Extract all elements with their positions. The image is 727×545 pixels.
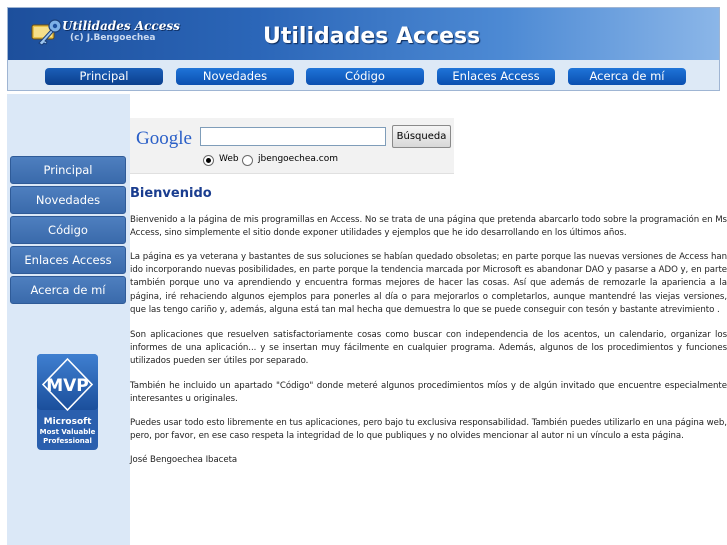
top-nav-acerca-de-mi[interactable]: Acerca de mí [568,68,686,85]
sidebar-item-principal[interactable]: Principal [10,156,126,184]
signature: José Bengoechea Ibaceta [130,455,238,465]
mvp-abbr: MVP [46,376,89,396]
radio-site[interactable] [242,155,253,166]
mvp-line-3: Professional [43,437,92,445]
site-header: Utilidades Access (c) J.Bengoechea Utili… [7,7,720,91]
sidebar-item-codigo[interactable]: Código [10,216,126,244]
sidebar-item-enlaces-access[interactable]: Enlaces Access [10,246,126,274]
sidebar-item-novedades[interactable]: Novedades [10,186,126,214]
sidebar-item-acerca-de-mi[interactable]: Acerca de mí [10,276,126,304]
paragraph-history: La página es ya veterana y bastantes de … [130,252,727,315]
top-nav-codigo[interactable]: Código [306,68,424,85]
radio-web[interactable] [203,155,214,166]
mvp-line-2: Most Valuable [40,428,96,436]
radio-site-label: jbengoechea.com [258,154,338,164]
paragraph-license: Puedes usar todo esto libremente en tus … [130,418,727,442]
main-content: Google Búsqueda Web jbengoechea.com Bien… [130,94,727,545]
google-logo: Google [136,128,192,149]
paragraph-applications: Son aplicaciones que resuelven satisfact… [130,330,727,367]
mvp-badge[interactable]: MVP Microsoft Most Valuable Professional [37,354,98,450]
top-navigation: Principal Novedades Código Enlaces Acces… [8,60,719,90]
page-title: Bienvenido [130,186,212,201]
radio-web-label: Web [219,154,239,164]
top-nav-novedades[interactable]: Novedades [176,68,294,85]
site-logo[interactable]: Utilidades Access (c) J.Bengoechea [30,16,210,54]
key-icon [31,19,62,46]
mvp-line-1: Microsoft [44,417,92,427]
title-bar: Utilidades Access (c) J.Bengoechea Utili… [8,8,719,60]
logo-copyright: (c) J.Bengoechea [70,33,156,43]
google-search-box: Google Búsqueda Web jbengoechea.com [130,118,454,174]
logo-name: Utilidades Access [62,19,180,33]
search-input[interactable] [200,127,386,146]
search-button[interactable]: Búsqueda [392,125,451,148]
top-nav-enlaces-access[interactable]: Enlaces Access [437,68,555,85]
google-logo-text: Google [136,128,192,149]
sidebar: Principal Novedades Código Enlaces Acces… [7,94,130,545]
top-nav-principal[interactable]: Principal [45,68,163,85]
site-title: Utilidades Access [263,24,481,49]
paragraph-code: También he incluido un apartado "Código"… [130,381,727,405]
paragraph-intro: Bienvenido a la página de mis programill… [130,215,727,239]
